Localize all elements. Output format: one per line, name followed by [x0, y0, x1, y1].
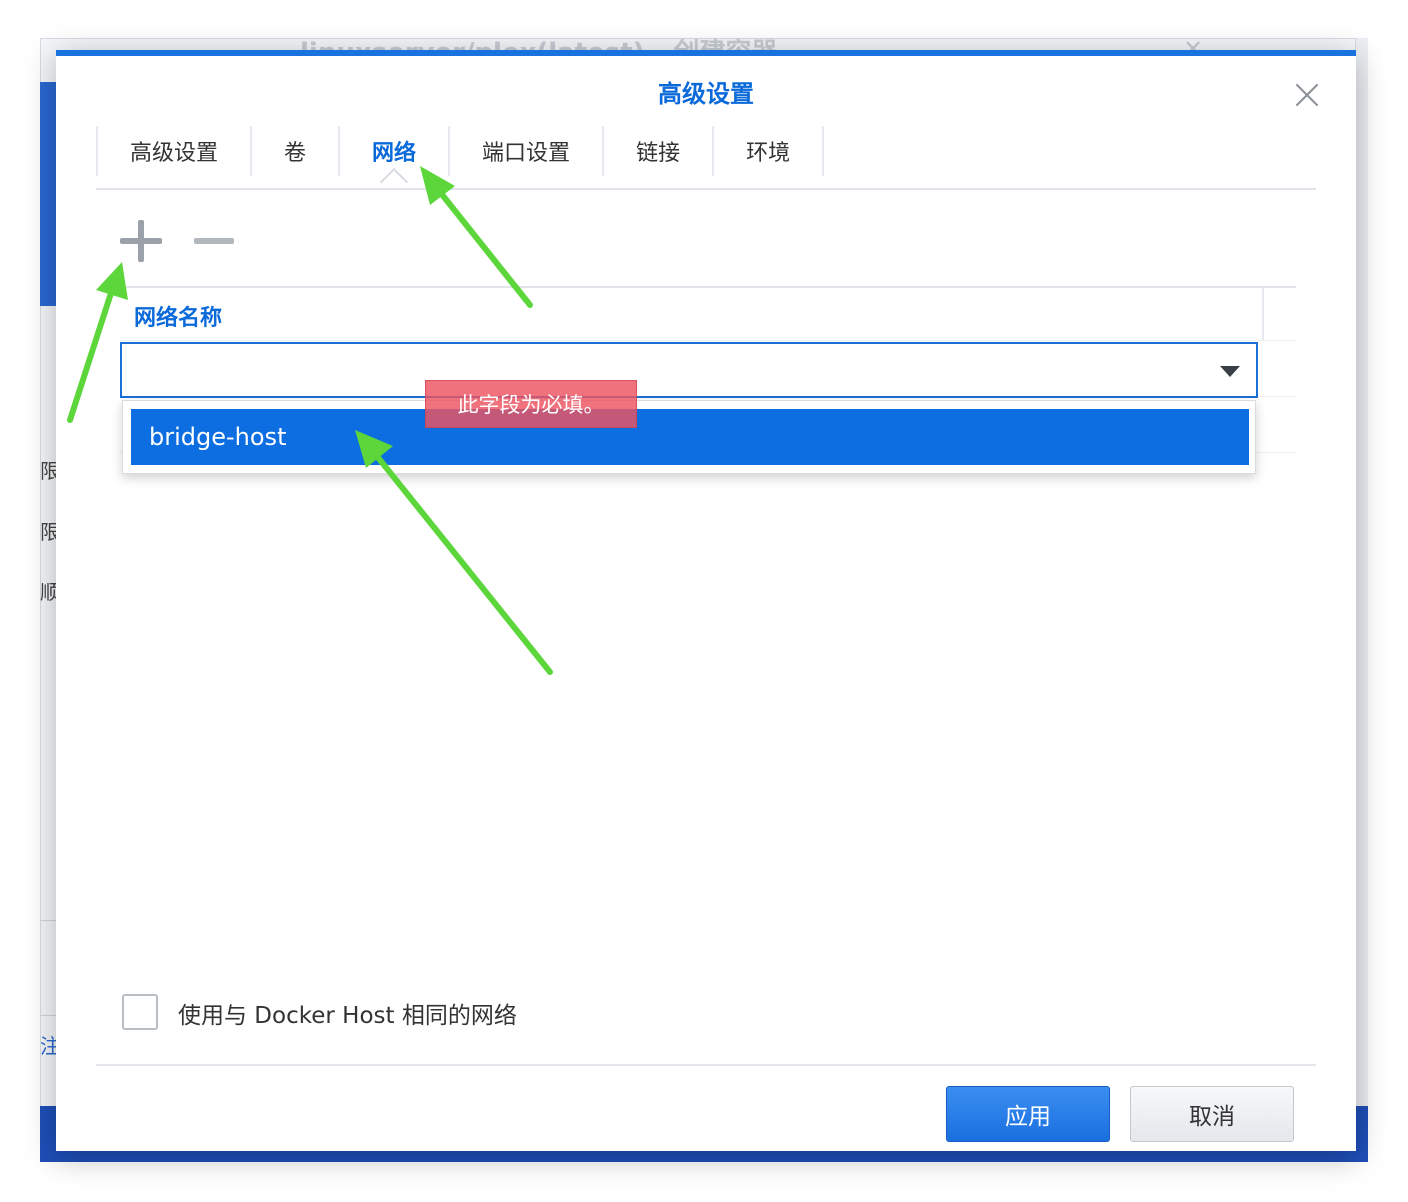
network-dropdown-list: bridge-host — [122, 400, 1256, 474]
dropdown-caret-icon[interactable] — [1220, 366, 1240, 377]
cancel-button[interactable]: 取消 — [1130, 1086, 1294, 1142]
advanced-settings-dialog: 高级设置 高级设置 卷 网络 端口设置 链接 环境 网络名称 bridge-ho… — [56, 50, 1356, 1151]
tab-volume[interactable]: 卷 — [250, 126, 338, 176]
apply-button[interactable]: 应用 — [946, 1086, 1110, 1142]
dialog-title: 高级设置 — [658, 80, 754, 108]
network-name-select[interactable] — [120, 342, 1258, 398]
plus-icon[interactable] — [120, 220, 162, 262]
footer-divider — [96, 1064, 1316, 1066]
tab-label: 链接 — [636, 141, 681, 166]
tab-bar: 高级设置 卷 网络 端口设置 链接 环境 — [96, 126, 825, 197]
same-network-as-host-label[interactable]: 使用与 Docker Host 相同的网络 — [178, 996, 517, 1030]
tab-environment[interactable]: 环境 — [712, 126, 825, 176]
tab-label: 环境 — [746, 141, 791, 166]
required-field-error-tooltip: 此字段为必填。 — [425, 380, 637, 428]
close-icon[interactable] — [1292, 80, 1322, 110]
same-network-as-host-checkbox[interactable] — [122, 994, 158, 1030]
tab-port-settings[interactable]: 端口设置 — [448, 126, 602, 176]
tab-label: 端口设置 — [482, 141, 571, 166]
dropdown-option-bridge-host[interactable]: bridge-host — [131, 409, 1249, 465]
grid-column-header-network-name: 网络名称 — [134, 306, 223, 331]
tab-label: 网络 — [372, 141, 417, 166]
minus-icon[interactable] — [194, 238, 234, 244]
grid-row-line — [120, 340, 1296, 341]
tab-label: 卷 — [284, 141, 307, 166]
tab-advanced-settings[interactable]: 高级设置 — [96, 126, 250, 176]
background-right-panel — [1355, 38, 1368, 1108]
tab-network[interactable]: 网络 — [338, 126, 448, 197]
active-tab-caret — [379, 167, 409, 197]
tab-label: 高级设置 — [130, 141, 219, 166]
grid-column-separator — [1262, 288, 1264, 340]
tab-links[interactable]: 链接 — [602, 126, 712, 176]
grid-top-border — [120, 286, 1296, 288]
tab-bar-underline — [96, 188, 1316, 190]
